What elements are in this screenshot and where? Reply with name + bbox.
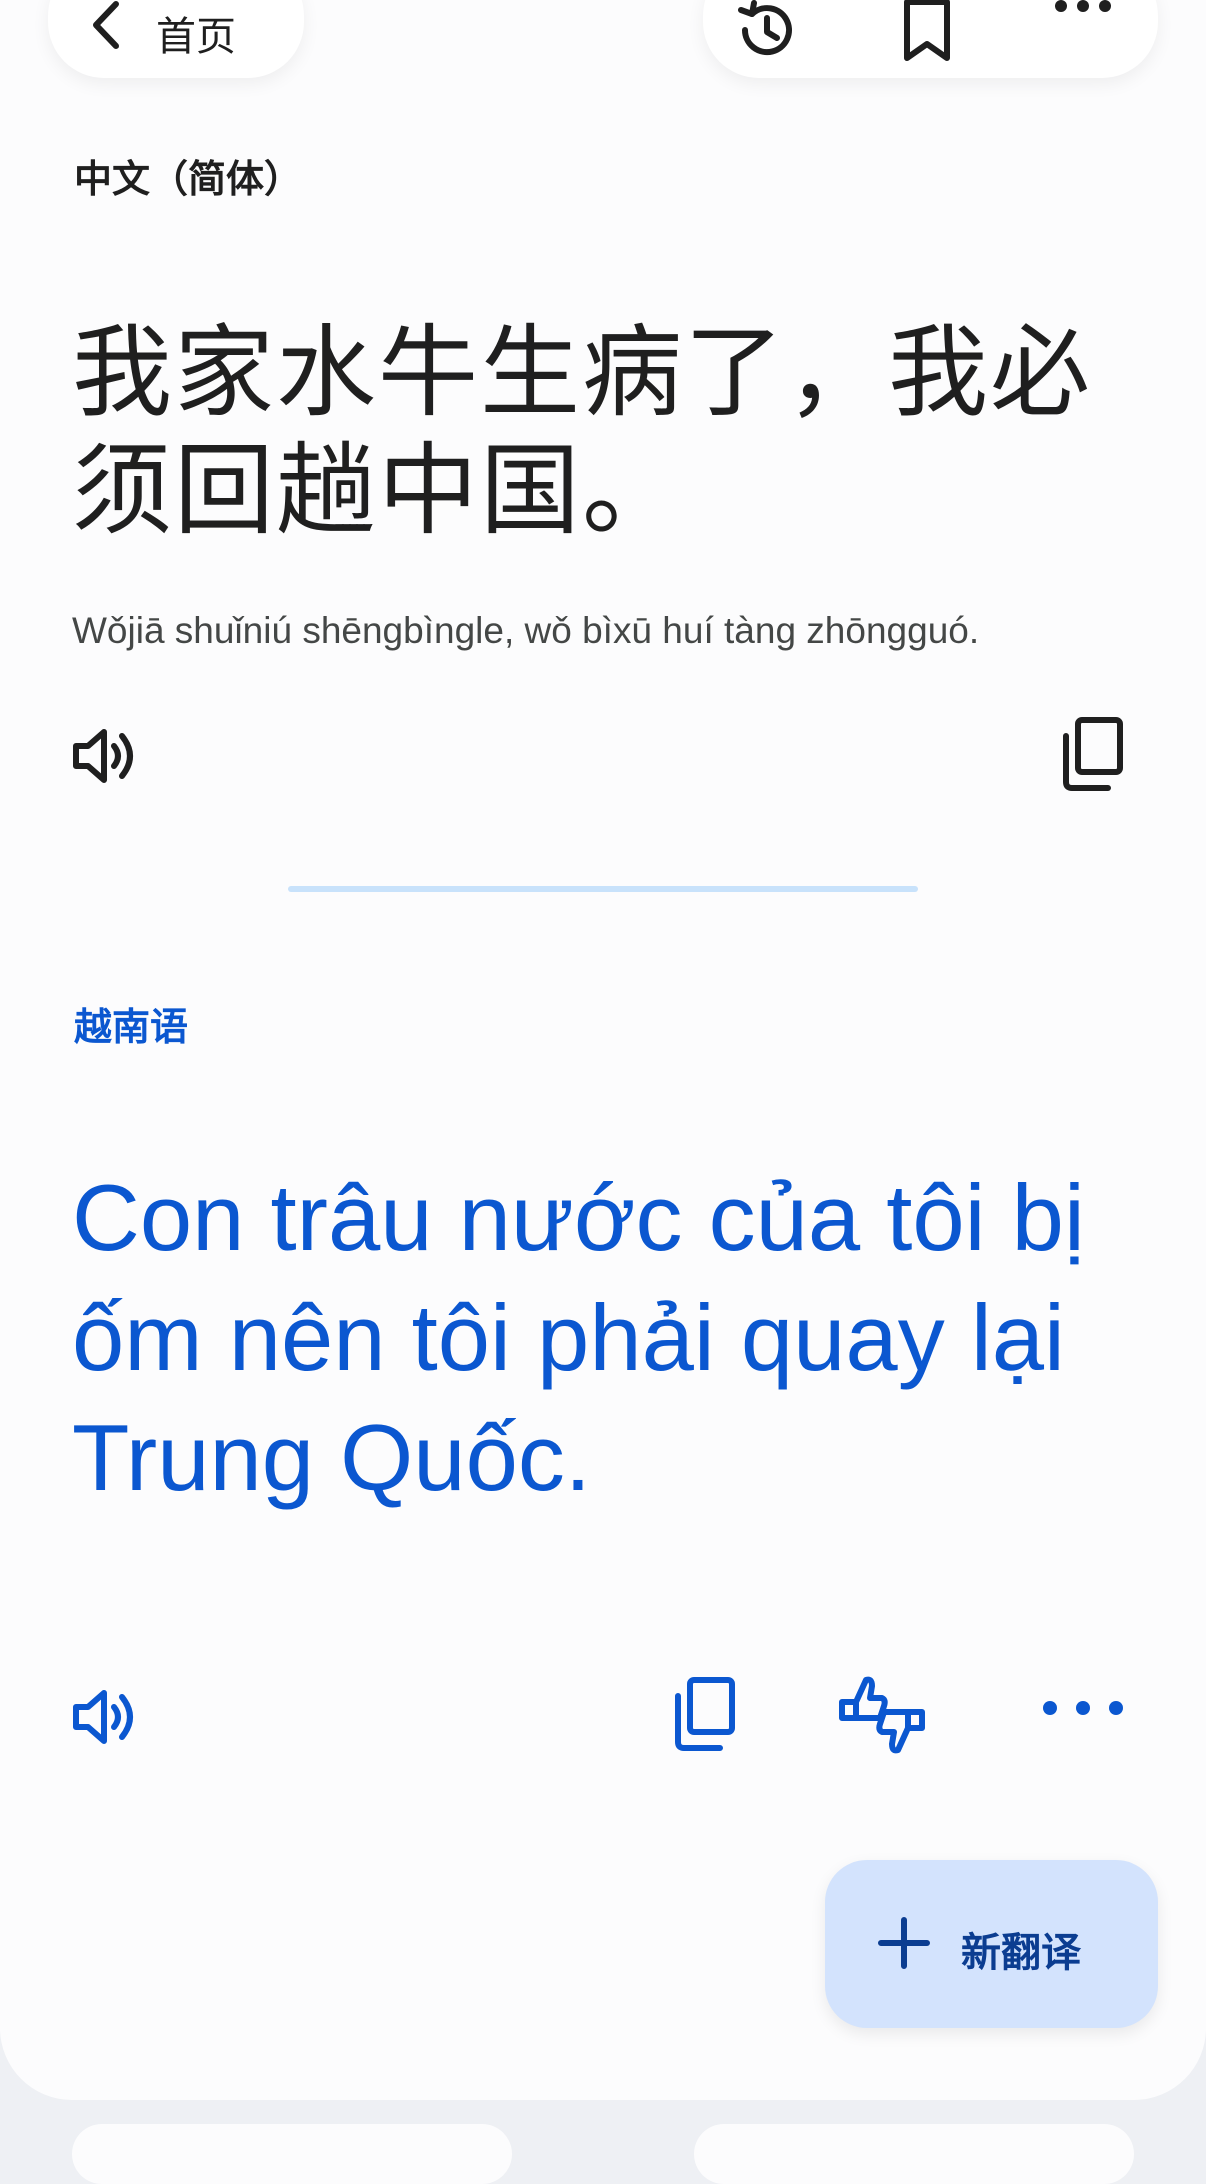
chevron-left-icon [88, 0, 124, 50]
feedback-icon[interactable] [836, 1672, 928, 1758]
source-copy-icon[interactable] [1060, 716, 1126, 792]
more-horizontal-icon[interactable] [1053, 0, 1113, 14]
back-button[interactable]: 首页 [48, 0, 304, 78]
top-actions [703, 0, 1158, 78]
target-copy-icon[interactable] [672, 1676, 738, 1752]
bottom-card-right [694, 2124, 1134, 2184]
target-language-label: 越南语 [74, 1005, 189, 1049]
new-translation-label: 新翻译 [961, 1930, 1081, 1976]
source-speaker-icon[interactable] [72, 724, 142, 788]
target-speaker-icon[interactable] [72, 1685, 142, 1749]
bottom-card-left [72, 2124, 512, 2184]
bookmark-icon[interactable] [899, 0, 955, 64]
section-divider [288, 886, 918, 892]
target-more-icon[interactable] [1040, 1698, 1126, 1718]
back-label: 首页 [156, 14, 236, 60]
new-translation-button[interactable]: 新翻译 [825, 1860, 1158, 2028]
source-language-label: 中文（简体） [74, 157, 303, 201]
source-text: 我家水牛生病了，我必须回趟中国。 [72, 314, 1092, 549]
source-romanization: Wǒjiā shuǐniú shēngbìngle, wǒ bìxū huí t… [72, 610, 980, 651]
target-text: Con trâu nước của tôi bị ốm nên tôi phải… [72, 1165, 1085, 1510]
history-icon[interactable] [733, 0, 801, 64]
plus-icon [877, 1916, 931, 1970]
